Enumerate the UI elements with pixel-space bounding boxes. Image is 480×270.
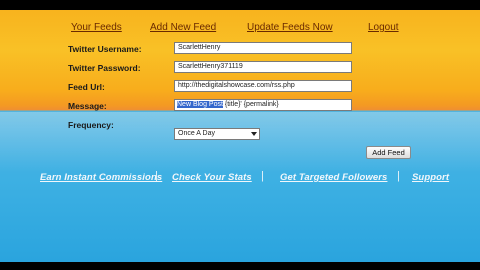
letterbox-top xyxy=(0,0,480,10)
nav-logout[interactable]: Logout xyxy=(368,22,399,33)
twitter-username-field[interactable]: ScarlettHenry xyxy=(174,42,352,54)
frequency-select[interactable]: Once A Day xyxy=(174,128,260,140)
twitter-password-field[interactable]: ScarlettHenry371119 xyxy=(174,61,352,73)
footer-link-check-your-stats[interactable]: Check Your Stats xyxy=(172,172,252,183)
feed-url-field[interactable]: http://thedigitalshowcase.com/rss.php xyxy=(174,80,352,92)
footer-link-get-targeted-followers[interactable]: Get Targeted Followers xyxy=(280,172,387,183)
dropdown-arrow-icon xyxy=(251,132,257,136)
message-rest-text: {title}' {permalink} xyxy=(222,101,279,108)
nav-your-feeds[interactable]: Your Feeds xyxy=(71,22,122,33)
nav-add-new-feed[interactable]: Add New Feed xyxy=(150,22,216,33)
message-selected-text: New Blog Post xyxy=(177,101,223,108)
footer-separator: | xyxy=(155,170,158,182)
footer-link-earn-instant-commissions[interactable]: Earn Instant Commissions xyxy=(40,172,162,183)
twitter-password-label: Twitter Password: xyxy=(68,63,141,73)
app-page: Your Feeds Add New Feed Update Feeds Now… xyxy=(0,10,480,262)
frequency-value: Once A Day xyxy=(178,130,215,137)
footer-separator: | xyxy=(397,170,400,182)
footer-link-support[interactable]: Support xyxy=(412,172,449,183)
twitter-username-label: Twitter Username: xyxy=(68,44,142,54)
feed-url-label: Feed Url: xyxy=(68,82,105,92)
nav-update-feeds-now[interactable]: Update Feeds Now xyxy=(247,22,333,33)
add-feed-button[interactable]: Add Feed xyxy=(366,146,411,159)
footer-separator: | xyxy=(261,170,264,182)
letterbox-bottom xyxy=(0,262,480,270)
message-field[interactable]: New Blog Post {title}' {permalink} xyxy=(174,99,352,111)
message-label: Message: xyxy=(68,101,107,111)
frequency-label: Frequency: xyxy=(68,120,114,130)
